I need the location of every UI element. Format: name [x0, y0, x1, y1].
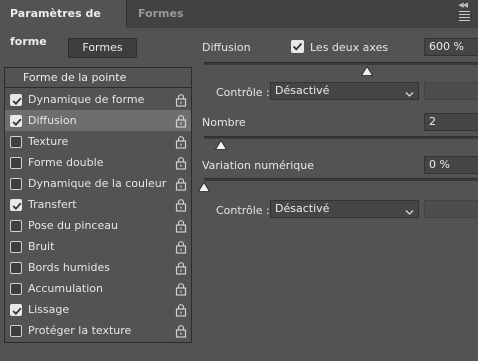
lock-icon[interactable] [175, 282, 187, 296]
scatter-control-value: Désactivé [275, 84, 330, 97]
scatter-slider-track[interactable] [204, 62, 478, 65]
count-jitter-control-label: Contrôle : [216, 204, 270, 217]
list-item-checkbox[interactable] [10, 199, 22, 211]
list-item-checkbox[interactable] [10, 178, 22, 190]
lock-icon[interactable] [175, 156, 187, 170]
count-jitter-slider-thumb[interactable] [197, 181, 211, 192]
count-jitter-value-input[interactable]: 0 % [424, 156, 478, 174]
lock-icon[interactable] [175, 240, 187, 254]
list-item-checkbox[interactable] [10, 262, 22, 274]
list-item[interactable]: Diffusion [5, 110, 191, 131]
lock-icon[interactable] [175, 324, 187, 338]
panel-menu-icon[interactable] [459, 11, 470, 23]
lock-icon[interactable] [175, 303, 187, 317]
count-label: Nombre [202, 116, 246, 129]
tab-brushes[interactable]: Formes [126, 0, 192, 28]
list-item[interactable]: Pose du pinceau [5, 215, 191, 236]
tab-brush-settings[interactable]: Paramètres de forme [0, 0, 126, 48]
tab-strip: Paramètres de forme Formes ◀◀ [0, 0, 478, 48]
list-item-label: Dynamique de la couleur [28, 177, 167, 190]
brushes-presets-button[interactable]: Formes [68, 38, 137, 58]
lock-icon[interactable] [175, 261, 187, 275]
list-item[interactable]: Protéger la texture [5, 320, 191, 341]
list-item-label: Accumulation [28, 282, 103, 295]
count-jitter-control-value: Désactivé [275, 202, 330, 215]
list-item-checkbox[interactable] [10, 94, 22, 106]
collapse-icon[interactable]: ◀◀ [458, 1, 468, 9]
list-item-label: Pose du pinceau [28, 219, 118, 232]
list-item-checkbox[interactable] [10, 241, 22, 253]
list-item[interactable]: Lissage [5, 299, 191, 320]
lock-icon[interactable] [175, 198, 187, 212]
scatter-control-select[interactable]: Désactivé [270, 82, 419, 100]
count-value-input[interactable]: 2 [424, 113, 478, 131]
list-item[interactable]: Forme double [5, 152, 191, 173]
both-axes-checkbox[interactable] [291, 40, 304, 53]
lock-icon[interactable] [175, 114, 187, 128]
both-axes-label: Les deux axes [310, 41, 389, 54]
scatter-control-extra-field [424, 82, 478, 100]
list-item-checkbox[interactable] [10, 220, 22, 232]
scatter-slider-thumb[interactable] [360, 65, 374, 76]
chevron-down-icon [405, 87, 414, 103]
list-item-checkbox[interactable] [10, 157, 22, 169]
lock-icon[interactable] [175, 177, 187, 191]
scatter-control-label: Contrôle : [216, 86, 270, 99]
list-item[interactable]: Transfert [5, 194, 191, 215]
chevron-down-icon [405, 205, 414, 221]
list-item-label: Texture [28, 135, 69, 148]
list-item[interactable]: Bruit [5, 236, 191, 257]
list-item-label: Dynamique de forme [28, 93, 145, 106]
list-item-label: Bords humides [28, 261, 111, 274]
count-jitter-label: Variation numérique [202, 159, 315, 172]
scatter-value-input[interactable]: 600 % [424, 38, 478, 56]
list-item-label: Bruit [28, 240, 55, 253]
list-item-checkbox[interactable] [10, 115, 22, 127]
count-slider-track[interactable] [204, 136, 478, 139]
scatter-label: Diffusion [202, 41, 251, 54]
brush-settings-panel: Paramètres de forme Formes ◀◀ Formes For… [0, 0, 478, 361]
list-item-label: Lissage [28, 303, 70, 316]
count-jitter-control-extra-field [424, 200, 478, 218]
list-item-label: Transfert [28, 198, 77, 211]
count-jitter-slider-track[interactable] [204, 178, 478, 181]
list-item-checkbox[interactable] [10, 136, 22, 148]
list-item-label: Protéger la texture [28, 324, 132, 337]
lock-icon[interactable] [175, 135, 187, 149]
brush-tip-shape-item[interactable]: Forme de la pointe [5, 68, 191, 88]
count-slider-thumb[interactable] [214, 139, 228, 150]
list-item[interactable]: Accumulation [5, 278, 191, 299]
list-item[interactable]: Texture [5, 131, 191, 152]
brush-options-list: Forme de la pointe Dynamique de forme Dif… [4, 67, 192, 343]
list-item-label: Forme double [28, 156, 104, 169]
list-item-checkbox[interactable] [10, 325, 22, 337]
list-item[interactable]: Dynamique de la couleur [5, 173, 191, 194]
list-item-label: Diffusion [28, 114, 77, 127]
list-item[interactable]: Dynamique de forme [5, 89, 191, 110]
lock-icon[interactable] [175, 93, 187, 107]
list-item-checkbox[interactable] [10, 304, 22, 316]
list-item-checkbox[interactable] [10, 283, 22, 295]
list-item[interactable]: Bords humides [5, 257, 191, 278]
count-jitter-control-select[interactable]: Désactivé [270, 200, 419, 218]
lock-icon[interactable] [175, 219, 187, 233]
